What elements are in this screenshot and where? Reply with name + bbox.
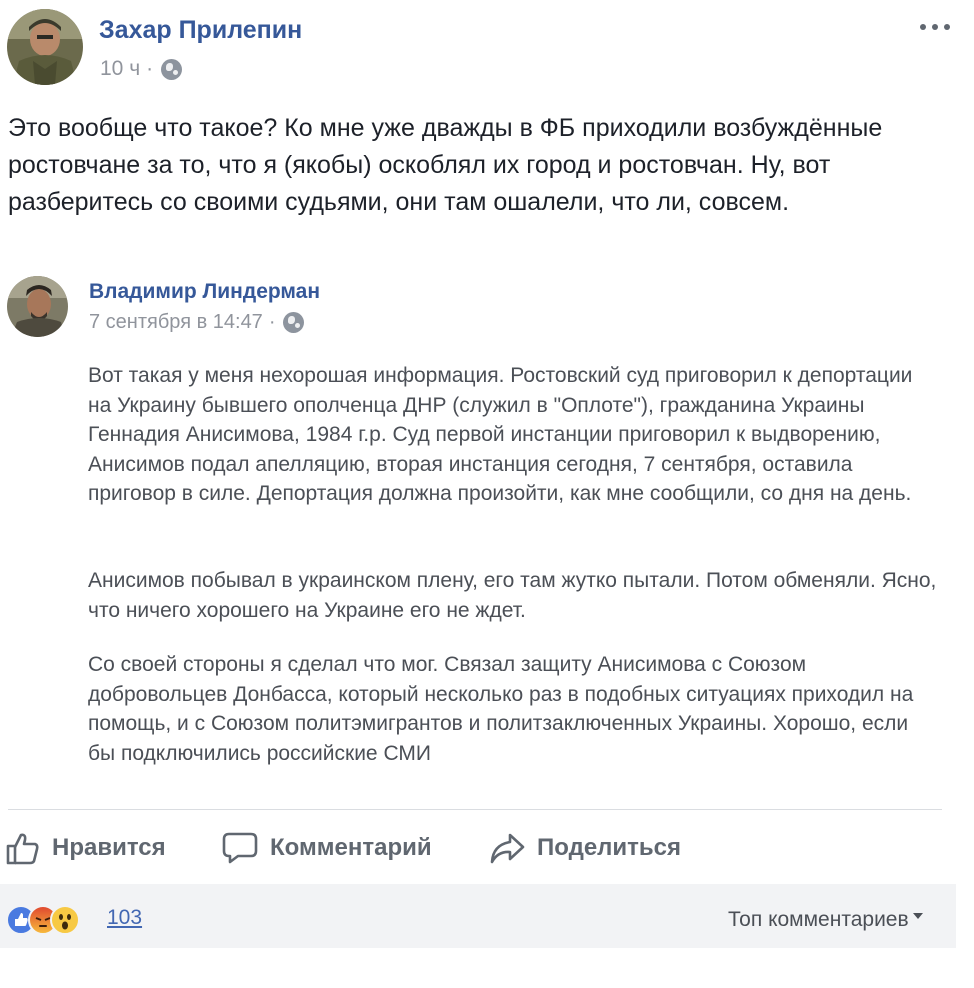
share-button[interactable]: Поделиться: [489, 826, 681, 870]
meta-separator: ·: [268, 310, 276, 333]
comment-button[interactable]: Комментарий: [222, 826, 432, 870]
wow-reaction-icon: [50, 905, 80, 935]
facebook-post: Захар Прилепин 10 ч · Это вообще что так…: [0, 0, 974, 988]
comment-icon: [222, 831, 258, 865]
like-label: Нравится: [52, 834, 166, 861]
reaction-count[interactable]: 103: [107, 906, 142, 930]
post-meta: 10 ч ·: [100, 57, 183, 81]
globe-icon[interactable]: [283, 311, 305, 333]
share-icon: [489, 831, 525, 865]
shared-paragraph-2: Анисимов побывал в украинском плену, его…: [88, 569, 937, 622]
shared-paragraph-3: Со своей стороны я сделал что мог. Связа…: [88, 653, 914, 765]
comments-sort-label: Топ комментариев: [728, 908, 909, 931]
post-time[interactable]: 10 ч: [100, 57, 140, 81]
shared-author-avatar[interactable]: [7, 276, 68, 337]
thumbs-up-icon: [6, 831, 40, 865]
shared-post-meta: 7 сентября в 14:47 ·: [89, 310, 305, 334]
reaction-icons[interactable]: [6, 904, 80, 936]
shared-author-name[interactable]: Владимир Линдерман: [89, 280, 320, 304]
like-button[interactable]: Нравится: [6, 826, 166, 870]
more-options-icon[interactable]: [920, 22, 950, 32]
author-avatar[interactable]: [7, 9, 83, 85]
author-name[interactable]: Захар Прилепин: [99, 16, 302, 45]
comments-sort-dropdown[interactable]: Топ комментариев: [728, 908, 923, 932]
meta-separator: ·: [146, 57, 154, 80]
globe-icon[interactable]: [161, 58, 183, 80]
shared-paragraph-1: Вот такая у меня нехорошая информация. Р…: [88, 364, 913, 505]
comment-label: Комментарий: [270, 834, 432, 861]
share-label: Поделиться: [537, 834, 682, 861]
post-text: Это вообще что такое? Ко мне уже дважды …: [8, 114, 883, 216]
shared-post-time[interactable]: 7 сентября в 14:47: [89, 311, 263, 334]
caret-down-icon: [912, 913, 923, 919]
divider: [8, 809, 942, 810]
